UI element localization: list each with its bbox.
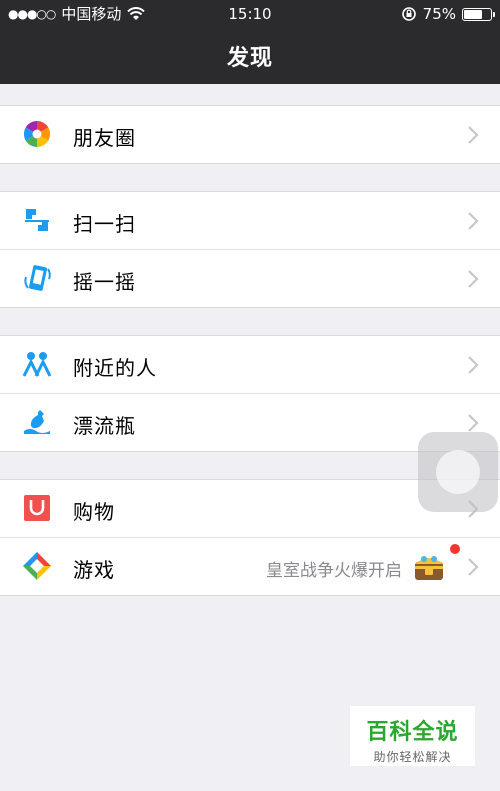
- shake-label: 摇一摇: [73, 270, 136, 294]
- shake-icon: [24, 265, 51, 291]
- chevron-right-icon: [468, 558, 479, 576]
- games-icon: [23, 552, 51, 580]
- list-item-people-nearby[interactable]: 附近的人: [0, 336, 500, 393]
- chevron-right-icon: [468, 270, 479, 288]
- list-item-moments[interactable]: 朋友圈: [0, 106, 500, 163]
- drift-bottle-icon: [24, 410, 50, 434]
- page-title: 发现: [226, 46, 273, 71]
- scan-label: 扫一扫: [73, 212, 136, 236]
- list-item-games[interactable]: 游戏 皇室战争火爆开启: [0, 537, 500, 595]
- people-nearby-label: 附近的人: [73, 356, 157, 380]
- moments-label: 朋友圈: [73, 126, 136, 150]
- list-item-shake[interactable]: 摇一摇: [0, 249, 500, 307]
- notification-dot: [450, 544, 460, 554]
- group-moments: 朋友圈: [0, 105, 500, 164]
- moments-icon: [23, 120, 51, 148]
- battery-icon: [462, 7, 495, 21]
- watermark-subtitle: 助你轻松解决: [373, 750, 452, 764]
- treasure-chest-icon: [415, 556, 443, 580]
- drift-bottle-label: 漂流瓶: [73, 414, 136, 438]
- chevron-right-icon: [468, 126, 479, 144]
- watermark-title: 百科全说: [366, 720, 459, 745]
- chevron-right-icon: [468, 212, 479, 230]
- list-item-scan[interactable]: 扫一扫: [0, 192, 500, 249]
- people-nearby-icon: [22, 352, 52, 377]
- shopping-icon: [24, 495, 50, 521]
- scan-icon: [25, 209, 49, 231]
- status-bar: ●●●○○ 中国移动 15:10 75%: [0, 0, 500, 28]
- group-scan-shake: 扫一扫 摇一摇: [0, 191, 500, 308]
- top-bar: ●●●○○ 中国移动 15:10 75% 发现: [0, 0, 500, 84]
- battery-percent: 75%: [422, 5, 456, 23]
- rotation-lock-icon: [401, 7, 416, 21]
- assistive-touch-button[interactable]: [418, 432, 498, 512]
- games-label: 游戏: [73, 558, 115, 582]
- chevron-right-icon: [468, 356, 479, 374]
- games-promo-text: 皇室战争火爆开启: [266, 561, 402, 581]
- watermark-logo: 百科全说 助你轻松解决: [350, 706, 475, 766]
- shopping-label: 购物: [73, 500, 115, 524]
